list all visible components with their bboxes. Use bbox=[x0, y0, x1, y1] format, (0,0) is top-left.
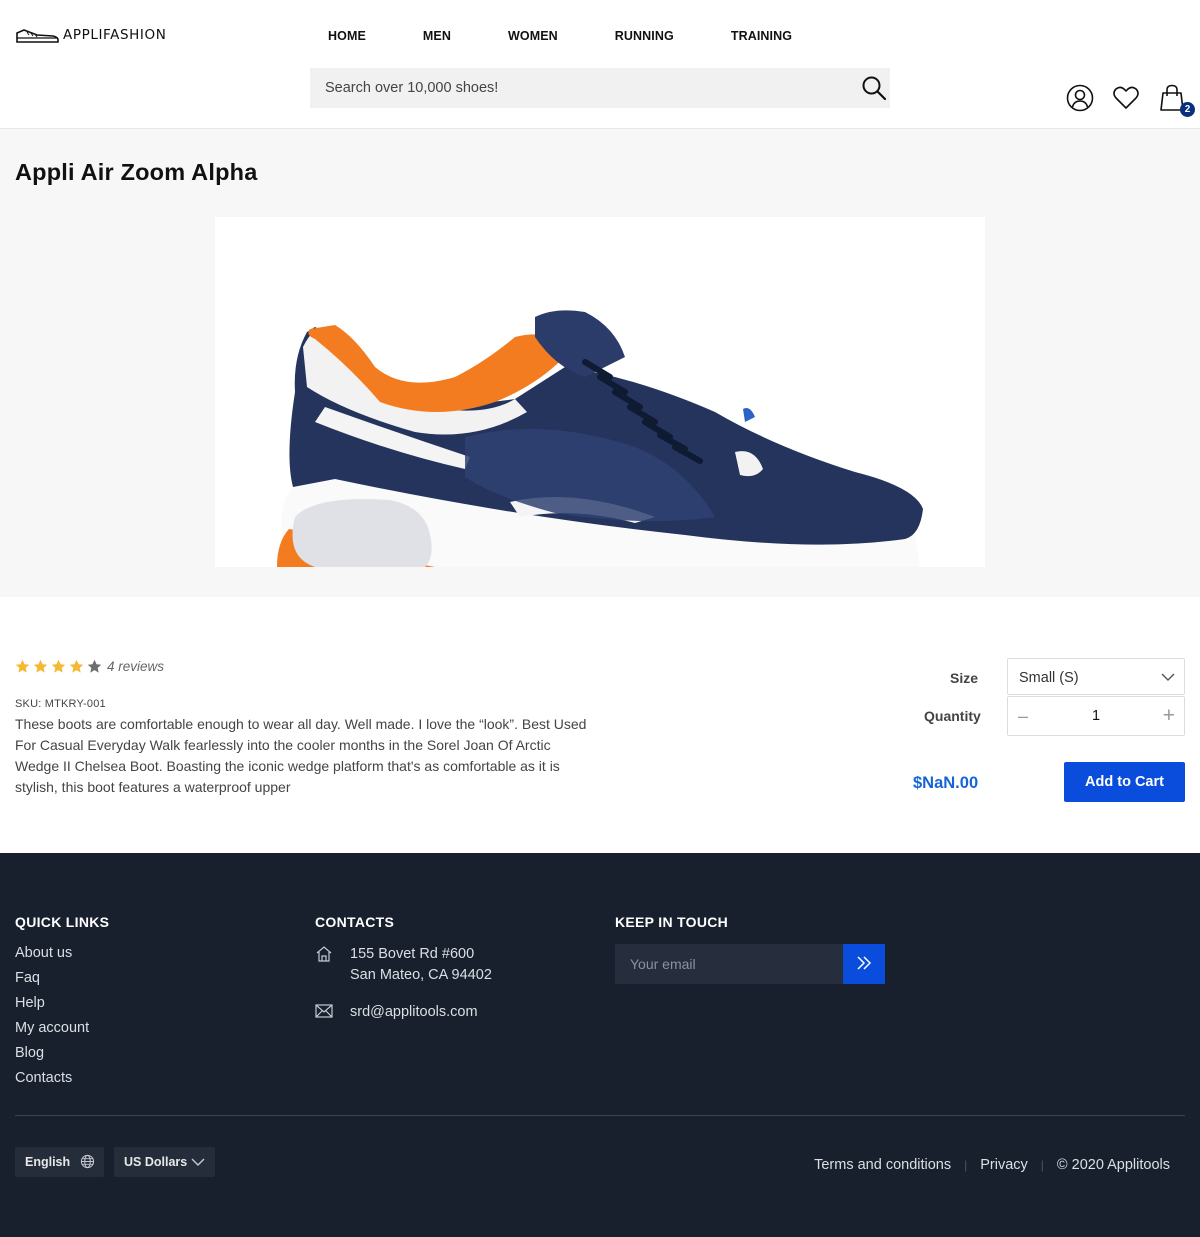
rating: 4 reviews bbox=[15, 659, 164, 674]
nav-men[interactable]: MEN bbox=[423, 29, 451, 43]
star-icon bbox=[15, 659, 30, 673]
header-actions: 2 bbox=[1066, 84, 1200, 117]
globe-icon bbox=[80, 1154, 95, 1169]
footer-link-about[interactable]: About us bbox=[15, 945, 89, 970]
account-button[interactable] bbox=[1066, 84, 1094, 112]
heart-icon bbox=[1113, 86, 1139, 109]
search-icon[interactable] bbox=[861, 75, 887, 101]
size-select[interactable]: Small (S) bbox=[1007, 658, 1185, 695]
newsletter-email-input[interactable] bbox=[615, 944, 843, 984]
search-input[interactable] bbox=[310, 68, 830, 108]
star-icon bbox=[33, 659, 48, 673]
product-image bbox=[215, 217, 985, 567]
star-icon bbox=[69, 659, 84, 673]
footer-link-my-account[interactable]: My account bbox=[15, 1020, 89, 1045]
quick-links-list: About us Faq Help My account Blog Contac… bbox=[15, 945, 89, 1095]
quantity-increase-button[interactable]: + bbox=[1163, 704, 1175, 728]
nav-home[interactable]: HOME bbox=[328, 29, 366, 43]
footer-link-contacts[interactable]: Contacts bbox=[15, 1070, 89, 1095]
logo[interactable]: APPLIFASHION bbox=[15, 25, 166, 45]
nav-running[interactable]: RUNNING bbox=[615, 29, 674, 43]
newsletter-form bbox=[615, 944, 885, 984]
contact-email-link[interactable]: srd@applitools.com bbox=[350, 1002, 478, 1023]
user-icon bbox=[1066, 84, 1094, 112]
copyright: © 2020 Applitools bbox=[1056, 1157, 1170, 1173]
quick-links-title: QUICK LINKS bbox=[15, 914, 110, 930]
language-value: English bbox=[25, 1155, 71, 1169]
terms-link[interactable]: Terms and conditions bbox=[814, 1157, 951, 1173]
cart-button[interactable]: 2 bbox=[1158, 84, 1195, 117]
keep-in-touch-title: KEEP IN TOUCH bbox=[615, 914, 729, 930]
product-price: $NaN.00 bbox=[913, 774, 979, 792]
size-label: Size bbox=[950, 670, 979, 686]
nav-training[interactable]: TRAINING bbox=[731, 29, 792, 43]
home-icon bbox=[316, 946, 332, 962]
address-line-2: San Mateo, CA 94402 bbox=[350, 967, 492, 983]
footer-link-help[interactable]: Help bbox=[15, 995, 89, 1020]
currency-value: US Dollars bbox=[124, 1155, 188, 1169]
add-to-cart-button[interactable]: Add to Cart bbox=[1064, 762, 1185, 802]
separator: | bbox=[964, 1158, 968, 1172]
chevron-down-icon bbox=[191, 1158, 205, 1166]
footer-divider bbox=[15, 1115, 1185, 1116]
language-selector[interactable]: English bbox=[15, 1147, 104, 1177]
product-description: These boots are comfortable enough to we… bbox=[15, 716, 587, 795]
mail-icon bbox=[315, 1004, 333, 1018]
shoe-logo-icon bbox=[16, 29, 59, 43]
quantity-label: Quantity bbox=[924, 708, 981, 724]
reviews-link[interactable]: 4 reviews bbox=[107, 659, 164, 674]
product-title: Appli Air Zoom Alpha bbox=[15, 159, 258, 185]
site-footer: QUICK LINKS About us Faq Help My account… bbox=[0, 853, 1200, 1237]
main-nav: HOME MEN WOMEN RUNNING TRAINING bbox=[328, 29, 849, 43]
size-value: Small (S) bbox=[1019, 670, 1079, 686]
star-icon bbox=[51, 659, 66, 673]
address-line-1: 155 Bovet Rd #600 bbox=[350, 946, 475, 962]
quantity-value[interactable]: 1 bbox=[1008, 708, 1184, 724]
search-bar bbox=[310, 68, 890, 108]
cart-count-badge: 2 bbox=[1180, 102, 1195, 117]
nav-women[interactable]: WOMEN bbox=[508, 29, 558, 43]
brand-name: APPLIFASHION bbox=[63, 27, 167, 43]
footer-legal: Terms and conditions | Privacy | © 2020 … bbox=[814, 1157, 1170, 1173]
newsletter-submit-button[interactable] bbox=[843, 944, 885, 984]
footer-link-faq[interactable]: Faq bbox=[15, 970, 89, 995]
contacts-title: CONTACTS bbox=[315, 914, 395, 930]
product-sku: SKU: MTKRY-001 bbox=[15, 698, 106, 710]
quantity-stepper: – 1 + bbox=[1007, 696, 1185, 736]
currency-selector[interactable]: US Dollars bbox=[114, 1147, 215, 1177]
privacy-link[interactable]: Privacy bbox=[980, 1157, 1028, 1173]
separator: | bbox=[1040, 1158, 1044, 1172]
shoe-image bbox=[277, 310, 923, 567]
product-details: 4 reviews SKU: MTKRY-001 These boots are… bbox=[0, 597, 1200, 853]
double-chevron-right-icon bbox=[857, 955, 872, 970]
star-empty-icon bbox=[87, 659, 102, 673]
chevron-down-icon bbox=[1161, 673, 1175, 681]
product-hero: Appli Air Zoom Alpha bbox=[0, 129, 1200, 597]
site-header: APPLIFASHION HOME MEN WOMEN RUNNING TRAI… bbox=[0, 0, 1200, 129]
wishlist-button[interactable] bbox=[1112, 84, 1140, 112]
footer-link-blog[interactable]: Blog bbox=[15, 1045, 89, 1070]
